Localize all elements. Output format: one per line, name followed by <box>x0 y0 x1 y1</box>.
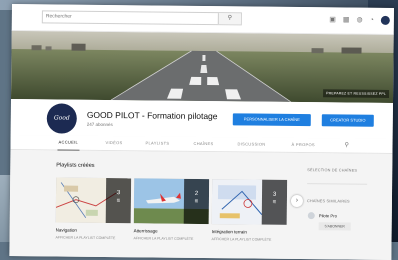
playlist-thumbnail[interactable]: 2 ≡ <box>133 178 210 225</box>
playlist-title[interactable]: Atterrissage <box>134 228 158 233</box>
sidebar-divider <box>307 183 368 185</box>
playlist-icon: ≡ <box>194 198 199 205</box>
tab-videos[interactable]: VIDÉOS <box>106 140 123 145</box>
channel-content: Playlists créées 3 ≡ Navigation AFFICHER… <box>9 149 393 260</box>
playlist-title[interactable]: Intégration terrain <box>212 229 247 234</box>
playlist-link[interactable]: AFFICHER LA PLAYLIST COMPLÈTE <box>134 236 194 241</box>
channel-header: Good pilot GOOD PILOT - Formation pilota… <box>10 98 393 152</box>
playlist-count: 3 <box>116 190 121 197</box>
youtube-channel-screen: ⚲ ▣ ▦ ◍ ◔ <box>9 4 394 260</box>
subscribe-button[interactable]: S'ABONNER <box>318 222 351 231</box>
playlists-section-title: Playlists créées <box>56 162 95 169</box>
playlist-overlay: 3 ≡ <box>105 177 132 224</box>
playlist-overlay: 2 ≡ <box>183 178 210 225</box>
channel-avatar: Good pilot <box>46 103 77 152</box>
playlist-count: 3 <box>272 191 277 198</box>
tab-channels[interactable]: CHAÎNES <box>194 141 214 146</box>
playlist-link[interactable]: AFFICHER LA PLAYLIST COMPLÈTE <box>212 237 272 242</box>
playlist-count: 2 <box>194 190 199 197</box>
playlist-title[interactable]: Navigation <box>56 227 77 232</box>
creator-studio-button[interactable]: CREATOR STUDIO <box>321 114 374 127</box>
playlist-overlay: 3 ≡ <box>261 179 288 225</box>
playlist-icon: ≡ <box>272 199 277 206</box>
top-bar: ⚲ ▣ ▦ ◍ ◔ <box>11 4 394 35</box>
subscriber-count: 247 abonnés <box>86 121 113 128</box>
search-input[interactable] <box>45 11 221 25</box>
tab-discussion[interactable]: DISCUSSION <box>238 141 266 146</box>
search-box: ⚲ <box>41 10 242 26</box>
messages-icon[interactable]: ◍ <box>356 16 362 24</box>
tab-home[interactable]: ACCUEIL <box>59 139 79 144</box>
playlist-icon: ≡ <box>116 198 121 205</box>
next-arrow-button[interactable]: › <box>290 194 304 208</box>
video-camera-icon[interactable]: ▣ <box>329 16 336 24</box>
search-button[interactable]: ⚲ <box>217 13 241 25</box>
notifications-icon[interactable]: ◔ <box>370 16 374 24</box>
tab-playlists[interactable]: PLAYLISTS <box>146 140 170 145</box>
channel-banner: PREPAREZ ET REUSSISSEZ PPL <box>11 30 394 103</box>
top-icons: ▣ ▦ ◍ ◔ <box>329 15 390 25</box>
chevron-right-icon: › <box>295 196 299 205</box>
channel-selection-heading: SÉLECTION DE CHAÎNES <box>307 168 358 173</box>
channel-title: GOOD PILOT - Formation pilotage <box>86 109 218 122</box>
search-icon: ⚲ <box>227 15 233 22</box>
playlist-thumbnail[interactable]: 3 ≡ <box>211 179 288 225</box>
channel-search-icon[interactable]: ⚲ <box>345 141 349 148</box>
account-avatar[interactable] <box>380 15 390 25</box>
customize-channel-button[interactable]: PERSONNALISER LA CHAÎNE <box>232 113 311 127</box>
banner-links[interactable]: PREPAREZ ET REUSSISSEZ PPL <box>323 89 390 98</box>
similar-channel-avatar[interactable] <box>307 212 315 220</box>
tab-about[interactable]: À PROPOS <box>292 142 315 147</box>
apps-grid-icon[interactable]: ▦ <box>343 16 350 24</box>
playlist-link[interactable]: AFFICHER LA PLAYLIST COMPLÈTE <box>56 235 116 240</box>
similar-channels-heading: CHAÎNES SIMILAIRES <box>306 199 350 204</box>
playlist-thumbnail[interactable]: 3 ≡ <box>55 177 132 224</box>
similar-channel-name[interactable]: Pilote Pro <box>319 213 337 218</box>
